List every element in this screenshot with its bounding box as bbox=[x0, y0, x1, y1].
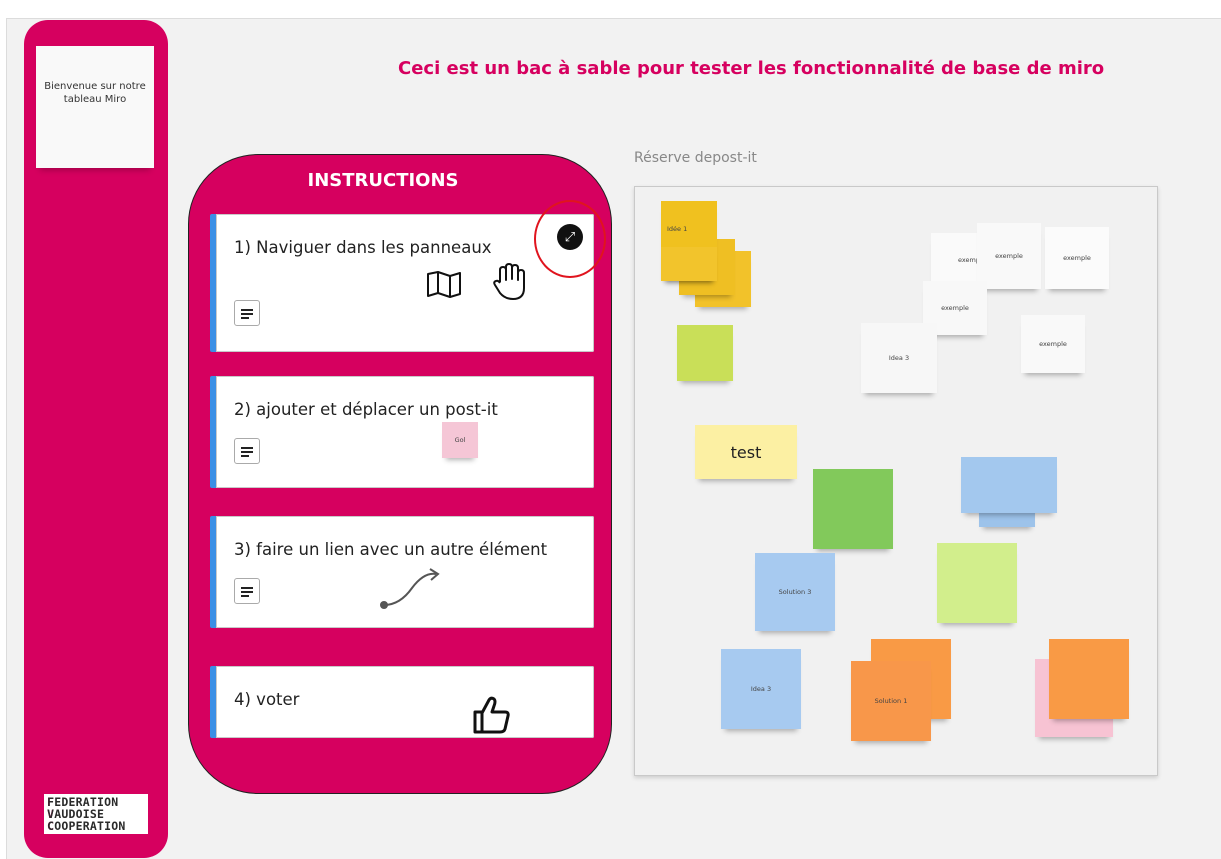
sticky-note-exemple[interactable]: exemple bbox=[1021, 315, 1085, 373]
sticky-note-text: Idée 1 bbox=[667, 225, 688, 233]
reserve-frame-label: Réserve depost-it bbox=[634, 150, 757, 166]
reserve-postit-frame[interactable]: Idée 1 exemp exemple exemple exemple Ide… bbox=[634, 186, 1158, 776]
sticky-note-text: exemple bbox=[941, 304, 969, 312]
sticky-note-sample[interactable]: Gol bbox=[442, 422, 478, 458]
sticky-note[interactable] bbox=[961, 457, 1057, 513]
sticky-note-text: Idea 3 bbox=[750, 685, 772, 693]
sticky-note-text: Solution 1 bbox=[874, 697, 908, 705]
sticky-note-idea3[interactable]: Idea 3 bbox=[861, 323, 937, 393]
sticky-note-text: test bbox=[730, 442, 762, 462]
sticky-note-text: exemple bbox=[1039, 340, 1067, 348]
sticky-note-solution1[interactable]: Solution 1 bbox=[851, 661, 931, 741]
sticky-note[interactable] bbox=[677, 325, 733, 381]
instruction-card-label: 3) faire un lien avec un autre élément bbox=[234, 540, 548, 559]
instruction-card-label: 2) ajouter et déplacer un post-it bbox=[234, 400, 498, 419]
hand-icon bbox=[493, 263, 525, 300]
map-icon bbox=[427, 271, 461, 298]
sticky-note-text: Solution 3 bbox=[778, 588, 812, 596]
instruction-card-3[interactable]: 3) faire un lien avec un autre élément bbox=[210, 516, 594, 628]
connector-line-icon bbox=[380, 568, 440, 609]
sticky-note[interactable] bbox=[813, 469, 893, 549]
sticky-note-exemple[interactable]: exemple bbox=[977, 223, 1041, 289]
instruction-card-2[interactable]: 2) ajouter et déplacer un post-it Gol bbox=[210, 376, 594, 488]
card-notes-icon[interactable] bbox=[234, 300, 260, 326]
welcome-note-text: Bienvenue sur notre tableau Miro bbox=[44, 81, 146, 105]
page-title: Ceci est un bac à sable pour tester les … bbox=[398, 58, 1105, 79]
sticky-note-text: exemple bbox=[995, 252, 1023, 260]
welcome-sticky-note[interactable]: Bienvenue sur notre tableau Miro bbox=[36, 46, 154, 168]
sticky-note-idea3-blue[interactable]: Idea 3 bbox=[721, 649, 801, 729]
expand-icon[interactable]: ⤢ bbox=[557, 224, 583, 250]
sticky-note-text: exemple bbox=[1063, 254, 1091, 262]
thumbs-up-icon bbox=[473, 696, 510, 734]
instruction-card-4[interactable]: 4) voter bbox=[210, 666, 594, 738]
card-notes-icon[interactable] bbox=[234, 438, 260, 464]
sticky-note-text: Idea 3 bbox=[888, 354, 910, 362]
logo-line-3: COOPERATION bbox=[47, 819, 126, 833]
sticky-note-solution3[interactable]: Solution 3 bbox=[755, 553, 835, 631]
sticky-note-exemple[interactable]: exemple bbox=[1045, 227, 1109, 289]
sticky-note-test[interactable]: test bbox=[695, 425, 797, 479]
sticky-note[interactable] bbox=[937, 543, 1017, 623]
federation-logo: FFEDERATION VVAUDOISE CCOOPERATION bbox=[44, 794, 148, 834]
sticky-note[interactable] bbox=[661, 247, 717, 281]
instruction-card-label: 1) Naviguer dans les panneaux bbox=[234, 238, 492, 257]
sticky-note-text: Gol bbox=[454, 436, 466, 444]
instruction-card-label: 4) voter bbox=[234, 690, 300, 709]
card-notes-icon[interactable] bbox=[234, 578, 260, 604]
sticky-note[interactable] bbox=[1049, 639, 1129, 719]
instructions-title: INSTRUCTIONS bbox=[307, 170, 459, 191]
